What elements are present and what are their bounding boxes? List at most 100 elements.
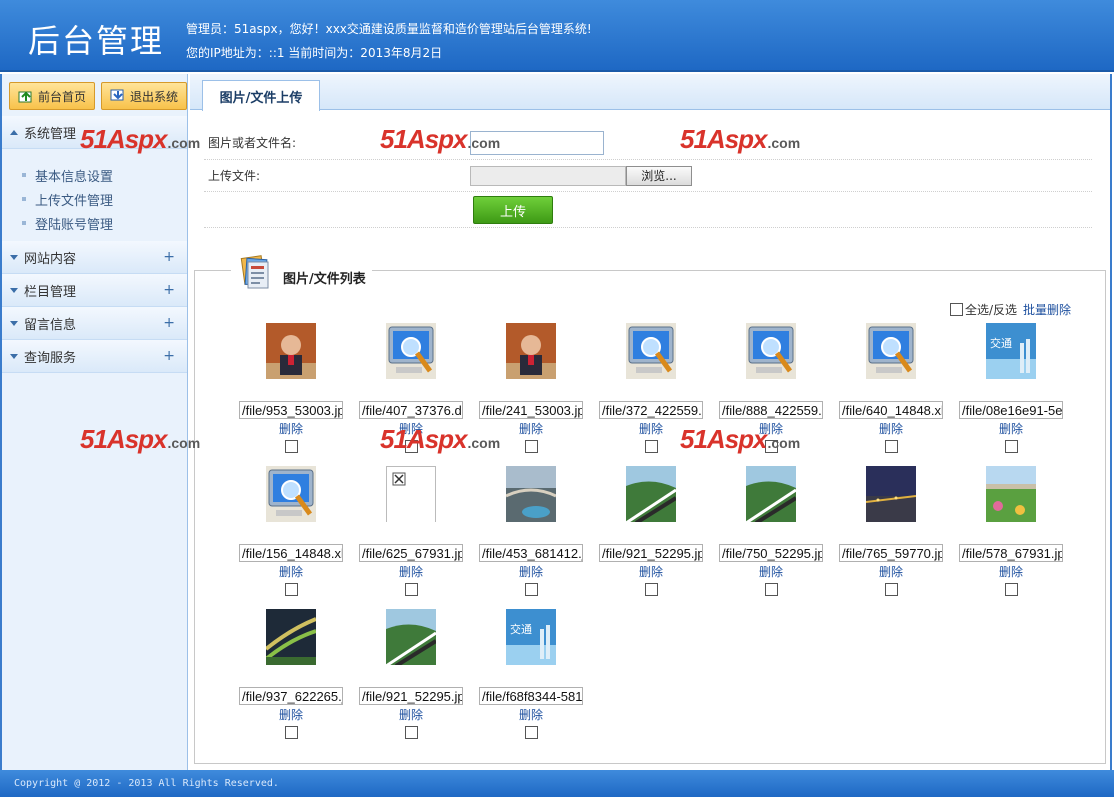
file-stack-icon [240, 255, 269, 289]
collapse-triangle-icon [10, 129, 18, 135]
delete-link[interactable]: 删除 [399, 563, 423, 580]
file-path-field[interactable] [470, 165, 626, 186]
delete-link[interactable]: 删除 [639, 563, 663, 580]
delete-link[interactable]: 删除 [759, 420, 783, 437]
file-select-checkbox[interactable] [644, 440, 658, 453]
file-select-checkbox[interactable] [404, 440, 418, 453]
file-path-box[interactable]: /file/750_52295.jpg [719, 543, 823, 563]
menu-site-content-label: 网站内容 [24, 251, 77, 267]
file-thumbnail[interactable] [626, 323, 676, 379]
logout-arrow-icon [110, 89, 124, 101]
file-path-box[interactable]: /file/453_681412.jpg [479, 543, 583, 563]
file-name-input[interactable] [470, 130, 604, 155]
delete-link[interactable]: 删除 [759, 563, 783, 580]
home-button[interactable]: 前台首页 [9, 82, 95, 110]
plus-icon: + [163, 315, 175, 331]
file-item: /file/765_59770.jpg 删除 [831, 466, 951, 596]
file-thumbnail[interactable] [386, 466, 436, 522]
file-path-box[interactable]: /file/407_37376.doc [359, 400, 463, 420]
menu-query[interactable]: 查询服务 + [2, 340, 187, 373]
file-path-box[interactable]: /file/640_14848.xls [839, 400, 943, 420]
file-thumbnail[interactable] [626, 466, 676, 522]
delete-link[interactable]: 删除 [399, 420, 423, 437]
delete-link[interactable]: 删除 [279, 563, 303, 580]
file-select-checkbox[interactable] [524, 440, 538, 453]
sidebar-top-buttons: 前台首页 退出系统 [2, 74, 187, 116]
select-all-checkbox[interactable] [949, 303, 963, 316]
file-thumbnail[interactable] [266, 323, 316, 379]
file-select-checkbox[interactable] [524, 583, 538, 596]
delete-link[interactable]: 删除 [639, 420, 663, 437]
file-select-checkbox[interactable] [884, 440, 898, 453]
file-path-box[interactable]: /file/937_622265.jpg [239, 686, 343, 706]
file-path-box[interactable]: /file/921_52295.jpg [359, 686, 463, 706]
file-thumbnail[interactable] [866, 466, 916, 522]
main-content: 图片/文件上传 图片或者文件名: 上传文件: 浏览... 上传 图片/文件列表 [190, 74, 1112, 770]
delete-link[interactable]: 删除 [999, 563, 1023, 580]
delete-link[interactable]: 删除 [879, 563, 903, 580]
delete-link[interactable]: 删除 [519, 706, 543, 723]
sidebar-item-upload-files[interactable]: 上传文件管理 [2, 187, 187, 211]
file-thumbnail[interactable] [266, 466, 316, 522]
file-thumbnail[interactable] [986, 466, 1036, 522]
file-thumbnail[interactable] [506, 323, 556, 379]
menu-site-content[interactable]: 网站内容 + [2, 241, 187, 274]
upload-button[interactable]: 上传 [473, 196, 553, 224]
file-path-box[interactable]: /file/765_59770.jpg [839, 543, 943, 563]
file-select-checkbox[interactable] [1004, 583, 1018, 596]
file-select-checkbox[interactable] [884, 583, 898, 596]
delete-link[interactable]: 删除 [279, 420, 303, 437]
file-path-box[interactable]: /file/372_422559.pdf [599, 400, 703, 420]
file-select-checkbox[interactable] [284, 583, 298, 596]
file-thumbnail[interactable] [386, 609, 436, 665]
file-thumbnail[interactable] [506, 466, 556, 522]
file-select-checkbox[interactable] [644, 583, 658, 596]
bullet-icon [22, 173, 26, 177]
file-path-box[interactable]: /file/953_53003.jpg [239, 400, 343, 420]
file-select-checkbox[interactable] [524, 726, 538, 739]
file-thumbnail[interactable]: 交通 [986, 323, 1036, 379]
file-path-box[interactable]: /file/156_14848.xls [239, 543, 343, 563]
file-thumbnail[interactable] [746, 466, 796, 522]
file-select-checkbox[interactable] [404, 583, 418, 596]
file-path-box[interactable]: /file/08e16e91-5ec [959, 400, 1063, 420]
file-thumbnail[interactable]: 交通 [506, 609, 556, 665]
logout-button[interactable]: 退出系统 [101, 82, 187, 110]
file-thumbnail[interactable] [866, 323, 916, 379]
footer: Copyright @ 2012 - 2013 All Rights Reser… [0, 770, 1114, 797]
delete-link[interactable]: 删除 [399, 706, 423, 723]
browse-button[interactable]: 浏览... [626, 165, 692, 186]
file-path-box[interactable]: /file/888_422559.pdf [719, 400, 823, 420]
delete-link[interactable]: 删除 [879, 420, 903, 437]
sidebar-item-accounts[interactable]: 登陆账号管理 [2, 211, 187, 235]
file-select-checkbox[interactable] [764, 583, 778, 596]
file-path-box[interactable]: /file/921_52295.jpg [599, 543, 703, 563]
delete-link[interactable]: 删除 [999, 420, 1023, 437]
delete-link[interactable]: 删除 [519, 420, 543, 437]
menu-system[interactable]: 系统管理 [2, 116, 187, 149]
file-path-box[interactable]: /file/f68f8344-5818 [479, 686, 583, 706]
file-thumbnail[interactable] [266, 609, 316, 665]
file-item: 交通/file/f68f8344-5818 删除 [471, 609, 591, 739]
select-all-label[interactable]: 全选/反选 [965, 301, 1017, 318]
file-select-checkbox[interactable] [1004, 440, 1018, 453]
delete-link[interactable]: 删除 [519, 563, 543, 580]
file-select-checkbox[interactable] [284, 726, 298, 739]
file-thumbnail[interactable] [746, 323, 796, 379]
file-thumbnail[interactable] [386, 323, 436, 379]
file-item: 交通/file/08e16e91-5ec 删除 [951, 323, 1071, 453]
file-path-box[interactable]: /file/241_53003.jpg [479, 400, 583, 420]
bullet-icon [22, 221, 26, 225]
file-select-checkbox[interactable] [764, 440, 778, 453]
expand-triangle-icon [10, 320, 18, 326]
sidebar-item-basic-info[interactable]: 基本信息设置 [2, 163, 187, 187]
file-path-box[interactable]: /file/625_67931.jpg [359, 543, 463, 563]
menu-messages[interactable]: 留言信息 + [2, 307, 187, 340]
file-select-checkbox[interactable] [284, 440, 298, 453]
file-path-box[interactable]: /file/578_67931.jpg [959, 543, 1063, 563]
menu-columns[interactable]: 栏目管理 + [2, 274, 187, 307]
tab-upload[interactable]: 图片/文件上传 [202, 80, 320, 111]
delete-link[interactable]: 删除 [279, 706, 303, 723]
batch-delete-link[interactable]: 批量删除 [1023, 301, 1071, 318]
file-select-checkbox[interactable] [404, 726, 418, 739]
